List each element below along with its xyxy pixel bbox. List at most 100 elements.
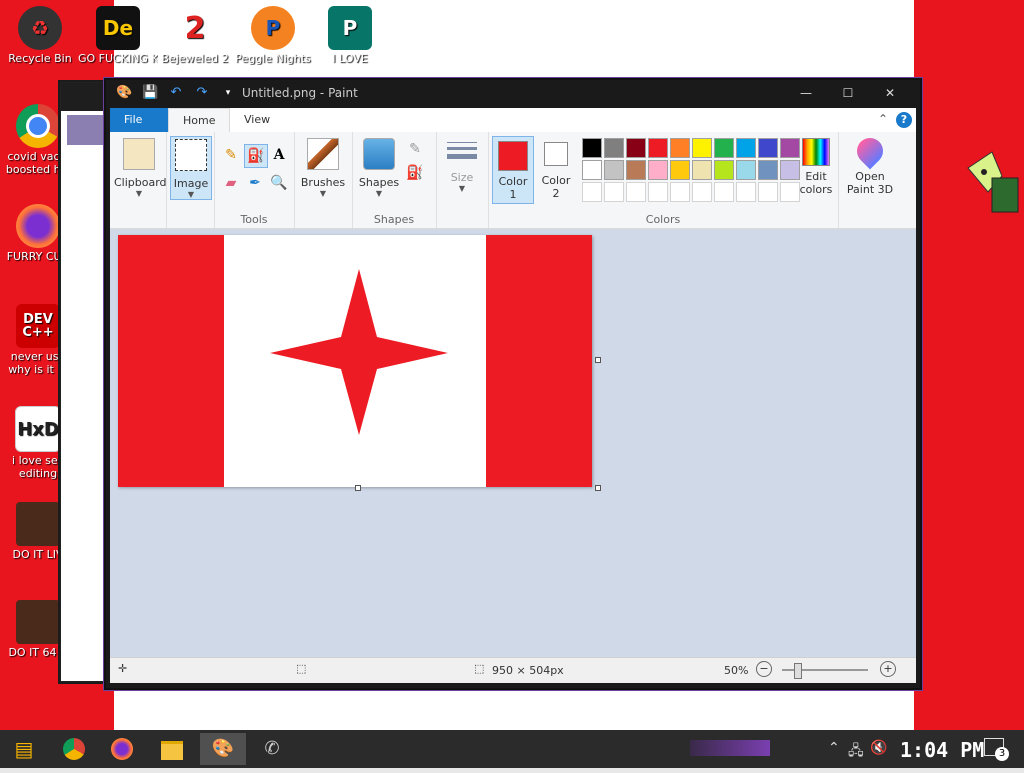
palette-swatch[interactable] bbox=[670, 182, 690, 202]
save-icon[interactable]: 💾 bbox=[142, 85, 158, 101]
tab-file[interactable]: File bbox=[110, 108, 168, 132]
canvas-area[interactable] bbox=[110, 229, 916, 657]
palette-swatch[interactable] bbox=[582, 182, 602, 202]
desktop-icon-de-app[interactable]: De GO FUCKING KILL bbox=[78, 6, 158, 65]
size-button[interactable]: Size ▼ bbox=[442, 136, 482, 193]
chevron-down-icon: ▼ bbox=[458, 184, 466, 193]
palette-swatch[interactable] bbox=[758, 138, 778, 158]
tab-view[interactable]: View bbox=[230, 108, 284, 132]
palette-swatch[interactable] bbox=[626, 182, 646, 202]
clock[interactable]: 1:04 PM bbox=[900, 738, 984, 762]
minimize-button[interactable]: — bbox=[786, 82, 826, 104]
close-button[interactable]: ✕ bbox=[870, 82, 910, 104]
palette-swatch[interactable] bbox=[604, 160, 624, 180]
palette-swatch[interactable] bbox=[714, 138, 734, 158]
app-taskbar-icon[interactable]: ✆ bbox=[252, 733, 292, 765]
peggle-icon: P bbox=[251, 6, 295, 50]
outline-icon[interactable]: ✎ bbox=[404, 138, 426, 160]
size-icon bbox=[447, 142, 477, 159]
start-button[interactable]: ▤ bbox=[4, 733, 44, 765]
palette-swatch[interactable] bbox=[626, 160, 646, 180]
color2-swatch bbox=[544, 142, 568, 166]
desktop-icon-peggle[interactable]: P Peggle Nights bbox=[233, 6, 313, 65]
zoom-in-icon[interactable]: + bbox=[880, 661, 896, 677]
notification-center-icon[interactable]: 3 bbox=[984, 738, 1009, 761]
zoom-slider-thumb[interactable] bbox=[794, 663, 802, 679]
color-picker-icon[interactable]: ✒ bbox=[244, 172, 266, 194]
text-icon[interactable]: A bbox=[268, 144, 290, 166]
desktop-icon-publisher[interactable]: P I LOVE bbox=[310, 6, 390, 65]
chrome-taskbar-icon[interactable] bbox=[54, 733, 94, 765]
palette-swatch[interactable] bbox=[648, 182, 668, 202]
drawing-canvas[interactable] bbox=[118, 235, 592, 487]
zoom-out-icon[interactable]: − bbox=[756, 661, 772, 677]
image-group: Image ▼ bbox=[166, 132, 215, 228]
background-window-thumbnail bbox=[67, 115, 103, 145]
palette-swatch[interactable] bbox=[736, 160, 756, 180]
network-icon[interactable]: 🖧 bbox=[848, 740, 864, 764]
palette-swatch[interactable] bbox=[604, 138, 624, 158]
chevron-down-icon: ▼ bbox=[187, 190, 195, 199]
edit-colors-button[interactable]: Edit colors bbox=[796, 138, 836, 196]
help-icon[interactable]: ? bbox=[896, 112, 912, 128]
show-hidden-icons-icon[interactable]: ⌃ bbox=[828, 740, 840, 756]
taskbar-accent-bar bbox=[690, 740, 770, 756]
palette-swatch[interactable] bbox=[714, 160, 734, 180]
palette-swatch[interactable] bbox=[736, 138, 756, 158]
customize-qat-icon[interactable]: ▾ bbox=[220, 85, 236, 101]
fill-icon[interactable]: ⛽ bbox=[244, 144, 268, 168]
palette-swatch[interactable] bbox=[758, 160, 778, 180]
fill-shape-icon[interactable]: ⛽ bbox=[404, 162, 426, 184]
firefox-icon bbox=[111, 738, 133, 760]
palette-swatch[interactable] bbox=[604, 182, 624, 202]
resize-handle-bottom[interactable] bbox=[355, 485, 361, 491]
chevron-down-icon: ▼ bbox=[319, 189, 327, 198]
maximize-button[interactable]: ☐ bbox=[828, 82, 868, 104]
resize-handle-right[interactable] bbox=[595, 357, 601, 363]
palette-swatch[interactable] bbox=[582, 138, 602, 158]
palette-swatch[interactable] bbox=[582, 160, 602, 180]
palette-swatch[interactable] bbox=[692, 182, 712, 202]
clipboard-button[interactable]: Clipboard ▼ bbox=[114, 136, 167, 198]
palette-swatch[interactable] bbox=[758, 182, 778, 202]
brushes-button[interactable]: Brushes ▼ bbox=[298, 136, 348, 198]
palette-swatch[interactable] bbox=[670, 138, 690, 158]
palette-swatch[interactable] bbox=[692, 160, 712, 180]
folder-icon bbox=[161, 741, 183, 760]
pencil-icon[interactable]: ✎ bbox=[220, 144, 242, 166]
paint-window[interactable]: 🎨 💾 ↶ ↷ ▾ Untitled.png - Paint — ☐ ✕ Fil… bbox=[104, 78, 922, 690]
magnifier-icon[interactable]: 🔍 bbox=[268, 172, 290, 194]
quick-access-toolbar: 🎨 💾 ↶ ↷ ▾ bbox=[116, 85, 236, 101]
paint-titlebar[interactable]: 🎨 💾 ↶ ↷ ▾ Untitled.png - Paint — ☐ ✕ bbox=[106, 80, 920, 108]
palette-swatch[interactable] bbox=[714, 182, 734, 202]
shapes-button[interactable]: Shapes ▼ bbox=[356, 136, 402, 198]
palette-swatch[interactable] bbox=[692, 138, 712, 158]
firefox-taskbar-icon[interactable] bbox=[102, 733, 142, 765]
file-explorer-taskbar-icon[interactable] bbox=[152, 733, 192, 765]
undo-icon[interactable]: ↶ bbox=[168, 85, 184, 101]
portrait-icon bbox=[16, 502, 60, 546]
volume-muted-icon[interactable]: 🔇 bbox=[870, 740, 887, 756]
palette-swatch[interactable] bbox=[626, 138, 646, 158]
image-dimensions: 950 × 504px bbox=[492, 664, 564, 677]
color1-button[interactable]: Color 1 bbox=[492, 136, 534, 204]
tab-home[interactable]: Home bbox=[168, 108, 231, 133]
color2-button[interactable]: Color 2 bbox=[536, 136, 576, 202]
recycle-bin-icon: ♻ bbox=[18, 6, 62, 50]
redo-icon[interactable]: ↷ bbox=[194, 85, 210, 101]
palette-swatch[interactable] bbox=[648, 138, 668, 158]
image-button[interactable]: Image ▼ bbox=[170, 136, 212, 200]
collapse-ribbon-icon[interactable]: ⌃ bbox=[878, 112, 888, 126]
resize-handle-corner[interactable] bbox=[595, 485, 601, 491]
zoom-slider[interactable] bbox=[782, 663, 868, 679]
paint-taskbar-icon[interactable]: 🎨 bbox=[200, 733, 246, 765]
palette-swatch[interactable] bbox=[648, 160, 668, 180]
paint-app-icon[interactable]: 🎨 bbox=[116, 85, 132, 101]
desktop-icon-bejeweled[interactable]: 2 Bejeweled 2 bbox=[155, 6, 235, 65]
rainbow-icon bbox=[802, 138, 830, 166]
palette-swatch[interactable] bbox=[670, 160, 690, 180]
desktop-icon-recycle-bin[interactable]: ♻ Recycle Bin bbox=[0, 6, 80, 65]
palette-swatch[interactable] bbox=[736, 182, 756, 202]
eraser-icon[interactable]: ▰ bbox=[220, 172, 242, 194]
open-paint3d-button[interactable]: Open Paint 3D bbox=[844, 132, 896, 196]
